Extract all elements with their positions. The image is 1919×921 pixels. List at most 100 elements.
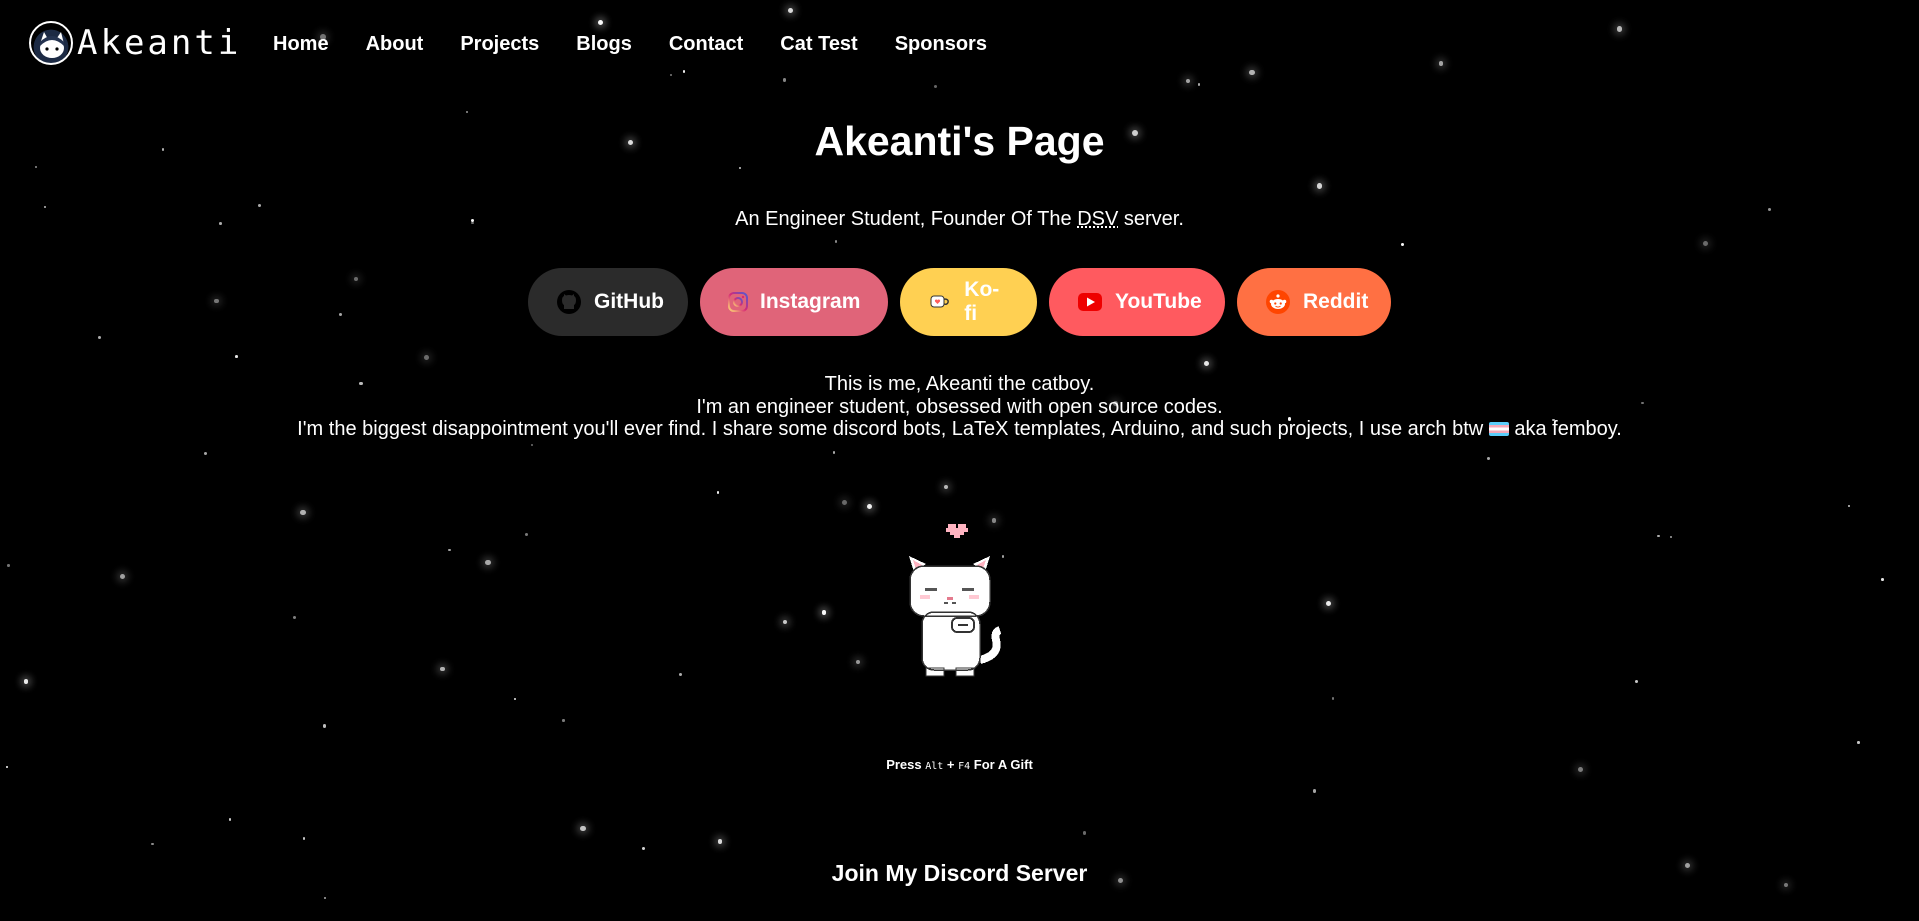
gift-plus: + bbox=[943, 757, 959, 772]
instagram-label: Instagram bbox=[760, 290, 861, 313]
star bbox=[525, 532, 529, 536]
star bbox=[678, 673, 682, 677]
kofi-label: Ko-fi bbox=[964, 278, 1000, 325]
reddit-icon bbox=[1265, 289, 1291, 315]
star bbox=[943, 484, 949, 490]
bio-line-3-end: aka femboy. bbox=[1508, 418, 1622, 440]
star bbox=[1702, 240, 1709, 247]
star bbox=[832, 451, 836, 454]
subtitle-text-end: server. bbox=[1118, 208, 1184, 230]
star bbox=[782, 78, 787, 82]
star bbox=[7, 563, 10, 567]
star bbox=[258, 203, 262, 207]
star bbox=[323, 724, 327, 728]
star bbox=[716, 491, 720, 494]
star bbox=[834, 240, 838, 243]
pixel-cat-image bbox=[900, 520, 1012, 690]
star bbox=[1657, 534, 1661, 538]
reddit-button[interactable]: Reddit bbox=[1237, 268, 1391, 336]
star bbox=[1083, 831, 1087, 835]
star bbox=[1848, 504, 1851, 508]
kofi-cup-icon bbox=[928, 289, 952, 315]
bio-line-3-text: I'm the biggest disappointment you'll ev… bbox=[297, 418, 1489, 440]
star bbox=[466, 111, 469, 114]
star bbox=[323, 896, 327, 900]
star bbox=[783, 619, 788, 624]
star bbox=[1634, 680, 1639, 684]
page-subtitle: An Engineer Student, Founder Of The DSV … bbox=[0, 208, 1919, 231]
github-icon bbox=[556, 289, 582, 315]
star bbox=[485, 559, 491, 566]
nav-link-home[interactable]: Home bbox=[273, 33, 329, 56]
gift-hint: Press Alt + F4 For A Gift bbox=[0, 757, 1919, 772]
star bbox=[1438, 60, 1444, 66]
star bbox=[866, 503, 873, 509]
star bbox=[300, 509, 306, 516]
star bbox=[856, 659, 861, 664]
star bbox=[562, 719, 565, 722]
page: Akeanti Home About Projects Blogs Contac… bbox=[0, 0, 1919, 921]
nav-link-projects[interactable]: Projects bbox=[460, 33, 539, 56]
star bbox=[1197, 83, 1201, 86]
star bbox=[1617, 26, 1623, 32]
main-nav: Home About Projects Blogs Contact Cat Te… bbox=[273, 33, 1024, 56]
instagram-icon bbox=[728, 289, 748, 315]
trans-flag-icon bbox=[1488, 422, 1509, 436]
youtube-button[interactable]: YouTube bbox=[1049, 268, 1225, 336]
star bbox=[292, 615, 296, 619]
dsv-abbreviation[interactable]: DSV bbox=[1077, 208, 1118, 230]
star bbox=[1325, 600, 1332, 607]
gift-text-start: Press bbox=[886, 757, 926, 772]
star bbox=[448, 548, 452, 552]
page-title: Akeanti's Page bbox=[814, 118, 1105, 164]
star bbox=[203, 451, 207, 456]
star bbox=[598, 19, 604, 25]
star bbox=[513, 697, 516, 700]
nav-link-contact[interactable]: Contact bbox=[669, 33, 743, 56]
star bbox=[531, 444, 534, 447]
star bbox=[228, 818, 232, 821]
nav-link-sponsors[interactable]: Sponsors bbox=[895, 33, 987, 56]
star bbox=[1331, 696, 1335, 700]
star bbox=[24, 679, 29, 684]
star bbox=[1857, 741, 1860, 744]
bio-line-1: This is me, Akeanti the catboy. bbox=[824, 373, 1095, 395]
star bbox=[787, 7, 793, 13]
catboy-avatar-icon bbox=[29, 21, 73, 65]
star bbox=[682, 70, 686, 73]
bio-line-2: I'm an engineer student, obsessed with o… bbox=[696, 395, 1223, 418]
star bbox=[1400, 242, 1404, 246]
star bbox=[151, 842, 154, 846]
star bbox=[580, 825, 586, 832]
star bbox=[1185, 78, 1190, 83]
star bbox=[1669, 536, 1672, 539]
subtitle-text-start: An Engineer Student, Founder Of The bbox=[735, 208, 1078, 230]
gift-text-end: For A Gift bbox=[970, 757, 1033, 772]
instagram-button[interactable]: Instagram bbox=[700, 268, 888, 336]
heart-icon bbox=[946, 524, 968, 538]
reddit-label: Reddit bbox=[1303, 290, 1369, 313]
star bbox=[1880, 577, 1884, 581]
star bbox=[34, 166, 37, 169]
star bbox=[739, 167, 742, 170]
star bbox=[302, 837, 306, 840]
nav-link-blogs[interactable]: Blogs bbox=[576, 33, 632, 56]
kofi-button[interactable]: Ko-fi bbox=[900, 268, 1037, 336]
github-button[interactable]: GitHub bbox=[528, 268, 688, 336]
social-links: GitHub Instagram Ko-fi YouTube Reddit bbox=[0, 268, 1919, 336]
youtube-label: YouTube bbox=[1115, 290, 1202, 313]
star bbox=[1203, 360, 1210, 367]
star bbox=[119, 573, 125, 579]
star bbox=[235, 355, 239, 358]
bio: This is me, Akeanti the catboy. I'm an e… bbox=[0, 373, 1919, 441]
site-logo[interactable]: Akeanti bbox=[29, 20, 241, 66]
star bbox=[821, 610, 827, 615]
nav-link-about[interactable]: About bbox=[366, 33, 424, 56]
youtube-icon bbox=[1077, 289, 1103, 315]
nav-link-cat-test[interactable]: Cat Test bbox=[780, 33, 857, 56]
star bbox=[440, 666, 445, 672]
star bbox=[1312, 789, 1316, 793]
site-logo-text: Akeanti bbox=[77, 23, 242, 63]
f4-key: F4 bbox=[958, 761, 971, 772]
star bbox=[1486, 457, 1490, 461]
